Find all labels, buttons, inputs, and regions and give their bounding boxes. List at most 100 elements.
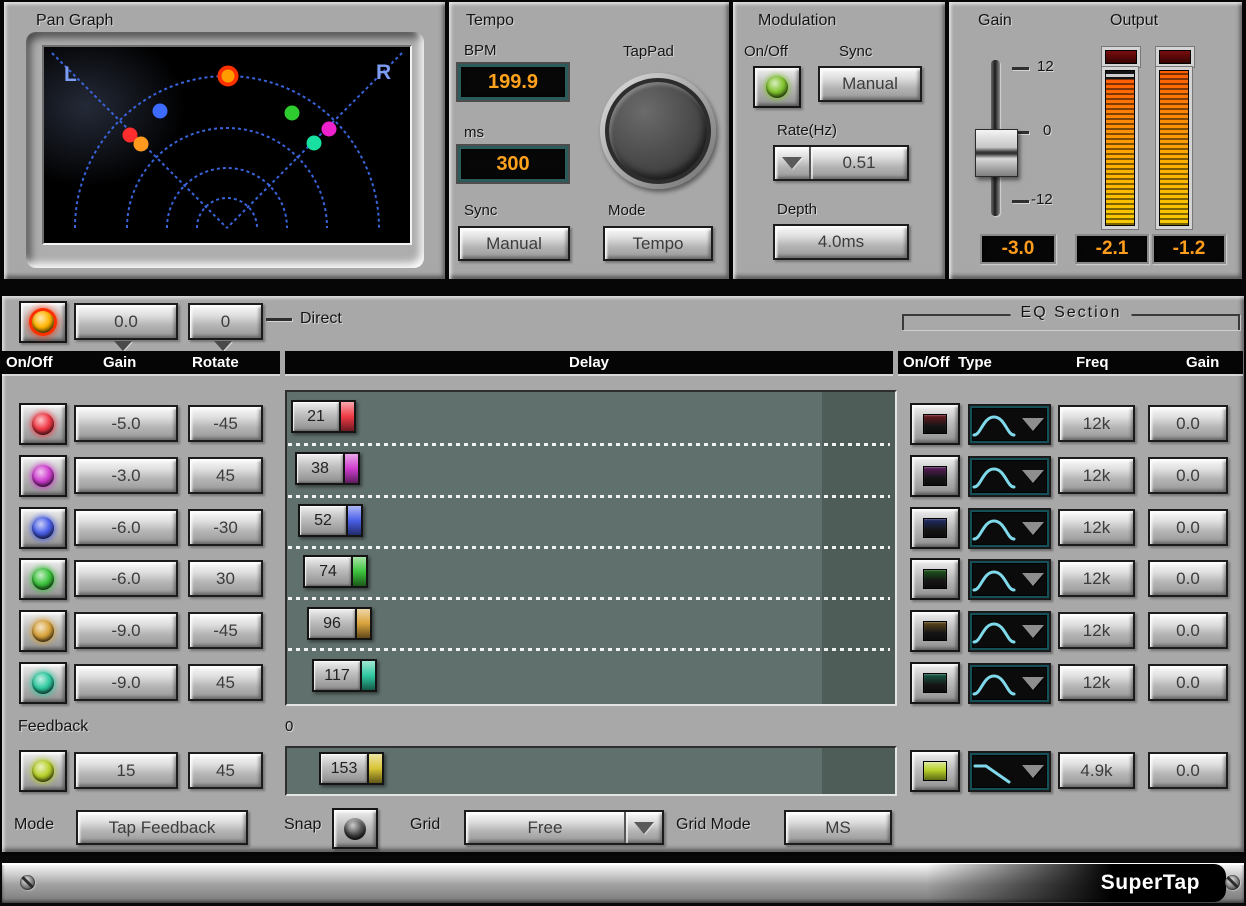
- feedback-rotate[interactable]: 45: [188, 752, 263, 789]
- tap-6-rotate[interactable]: 45: [188, 664, 263, 701]
- tap-6-eq-gain[interactable]: 0.0: [1148, 664, 1228, 701]
- direct-rotate[interactable]: 0: [188, 303, 263, 340]
- tap-3-eq-onoff-button[interactable]: [910, 507, 960, 549]
- tap-6-gain[interactable]: -9.0: [74, 664, 178, 701]
- eq-type-dropdown-arrow[interactable]: [1017, 665, 1049, 702]
- tap-4-eq-type-dropdown[interactable]: [968, 559, 1051, 600]
- tap-5-onoff-button[interactable]: [19, 610, 67, 652]
- tap-2-eq-onoff-button[interactable]: [910, 455, 960, 497]
- tempo-mode-button[interactable]: Tempo: [603, 226, 713, 261]
- eq-bell-curve-icon: [970, 665, 1017, 702]
- gain-readout[interactable]: -3.0: [980, 234, 1056, 264]
- grid-mode-button[interactable]: MS: [784, 810, 892, 845]
- feedback-tap-handle[interactable]: [367, 754, 382, 783]
- gain-fader-thumb[interactable]: [975, 129, 1018, 177]
- eq-type-dropdown-arrow[interactable]: [1017, 561, 1049, 598]
- tap-4-eq-onoff-button[interactable]: [910, 558, 960, 600]
- tap-4-rotate[interactable]: 30: [188, 560, 263, 597]
- feedback-onoff-button[interactable]: [19, 750, 67, 792]
- eq-type-dropdown-arrow[interactable]: [1017, 613, 1049, 650]
- tap-6-eq-led: [923, 673, 947, 693]
- mode-button[interactable]: Tap Feedback: [76, 810, 248, 845]
- tap-3-onoff-button[interactable]: [19, 507, 67, 549]
- tap-2-eq-type-dropdown[interactable]: [968, 456, 1051, 497]
- tap-3-delay-handle[interactable]: [346, 506, 361, 535]
- tap-5-rotate[interactable]: -45: [188, 612, 263, 649]
- bpm-display[interactable]: 199.9: [458, 64, 568, 100]
- output-readout-left: -2.1: [1075, 234, 1149, 264]
- tap-1-eq-type-dropdown[interactable]: [968, 404, 1051, 445]
- tap-5-delay-handle[interactable]: [355, 609, 370, 638]
- grid-dropdown[interactable]: Free: [464, 810, 664, 845]
- ms-display[interactable]: 300: [458, 146, 568, 182]
- tap-6-eq-freq[interactable]: 12k: [1058, 664, 1135, 701]
- gain-tick-label-0: 0: [1043, 122, 1052, 139]
- tap-6-eq-onoff-button[interactable]: [910, 662, 960, 704]
- tap-4-eq-gain[interactable]: 0.0: [1148, 560, 1228, 597]
- feedback-tap-marker[interactable]: 153: [319, 752, 384, 785]
- direct-gain[interactable]: 0.0: [74, 303, 178, 340]
- snap-button[interactable]: [332, 808, 378, 849]
- tap-5-gain[interactable]: -9.0: [74, 612, 178, 649]
- feedback-eq-type-dropdown[interactable]: [968, 751, 1051, 792]
- clip-led-right[interactable]: [1159, 50, 1191, 64]
- tap-3-delay-marker[interactable]: 52: [298, 504, 363, 537]
- feedback-eq-gain[interactable]: 0.0: [1148, 752, 1228, 789]
- feedback-gain[interactable]: 15: [74, 752, 178, 789]
- tap-6-delay-marker[interactable]: 117: [312, 659, 377, 692]
- tap-1-eq-onoff-button[interactable]: [910, 403, 960, 445]
- tap-1-eq-freq[interactable]: 12k: [1058, 405, 1135, 442]
- eq-type-dropdown-arrow[interactable]: [1017, 406, 1049, 443]
- tappad-knob[interactable]: [605, 78, 711, 184]
- tap-6-delay-handle[interactable]: [360, 661, 375, 690]
- mod-rate-dropdown[interactable]: 0.51: [773, 145, 909, 181]
- tempo-sync-button[interactable]: Manual: [458, 226, 570, 261]
- grid-label: Grid: [410, 816, 441, 833]
- tap-2-onoff-button[interactable]: [19, 455, 67, 497]
- output-meter-right-fill: [1160, 71, 1188, 225]
- clip-led-left[interactable]: [1105, 50, 1137, 64]
- tap-3-eq-gain[interactable]: 0.0: [1148, 509, 1228, 546]
- col-eq-type: Type: [958, 354, 992, 371]
- tap-4-delay-handle[interactable]: [351, 557, 366, 586]
- tap-4-onoff-button[interactable]: [19, 558, 67, 600]
- grid-dropdown-arrow[interactable]: [624, 812, 662, 843]
- tap-4-eq-freq[interactable]: 12k: [1058, 560, 1135, 597]
- mod-onoff-button[interactable]: [753, 66, 801, 108]
- tap-1-rotate[interactable]: -45: [188, 405, 263, 442]
- feedback-tap-time: 153: [321, 754, 367, 783]
- tap-1-delay-marker[interactable]: 21: [291, 400, 356, 433]
- tap-3-eq-type-dropdown[interactable]: [968, 508, 1051, 549]
- tap-2-delay-handle[interactable]: [343, 454, 358, 483]
- tap-5-eq-gain[interactable]: 0.0: [1148, 612, 1228, 649]
- tap-1-eq-gain[interactable]: 0.0: [1148, 405, 1228, 442]
- tap-3-gain[interactable]: -6.0: [74, 509, 178, 546]
- mod-sync-button[interactable]: Manual: [818, 66, 922, 102]
- tap-5-eq-onoff-button[interactable]: [910, 610, 960, 652]
- tap-2-delay-marker[interactable]: 38: [295, 452, 360, 485]
- tap-2-rotate[interactable]: 45: [188, 457, 263, 494]
- eq-type-dropdown-arrow[interactable]: [1017, 458, 1049, 495]
- tap-4-delay-marker[interactable]: 74: [303, 555, 368, 588]
- tap-5-eq-type-dropdown[interactable]: [968, 611, 1051, 652]
- mod-rate-dropdown-arrow[interactable]: [775, 147, 811, 179]
- tap-5-eq-freq[interactable]: 12k: [1058, 612, 1135, 649]
- tap-1-delay-handle[interactable]: [339, 402, 354, 431]
- tap-2-eq-freq[interactable]: 12k: [1058, 457, 1135, 494]
- tap-6-eq-type-dropdown[interactable]: [968, 663, 1051, 704]
- eq-type-dropdown-arrow[interactable]: [1017, 510, 1049, 547]
- tap-3-rotate[interactable]: -30: [188, 509, 263, 546]
- tap-2-eq-gain[interactable]: 0.0: [1148, 457, 1228, 494]
- tap-3-eq-freq[interactable]: 12k: [1058, 509, 1135, 546]
- tap-6-onoff-button[interactable]: [19, 662, 67, 704]
- tap-2-gain[interactable]: -3.0: [74, 457, 178, 494]
- tap-5-delay-marker[interactable]: 96: [307, 607, 372, 640]
- feedback-eq-onoff-button[interactable]: [910, 750, 960, 792]
- tap-1-gain[interactable]: -5.0: [74, 405, 178, 442]
- feedback-eq-freq[interactable]: 4.9k: [1058, 752, 1135, 789]
- eq-type-dropdown-arrow[interactable]: [1017, 753, 1049, 790]
- mod-depth-button[interactable]: 4.0ms: [773, 224, 909, 260]
- tap-1-onoff-button[interactable]: [19, 403, 67, 445]
- direct-onoff-button[interactable]: [19, 301, 67, 343]
- tap-4-gain[interactable]: -6.0: [74, 560, 178, 597]
